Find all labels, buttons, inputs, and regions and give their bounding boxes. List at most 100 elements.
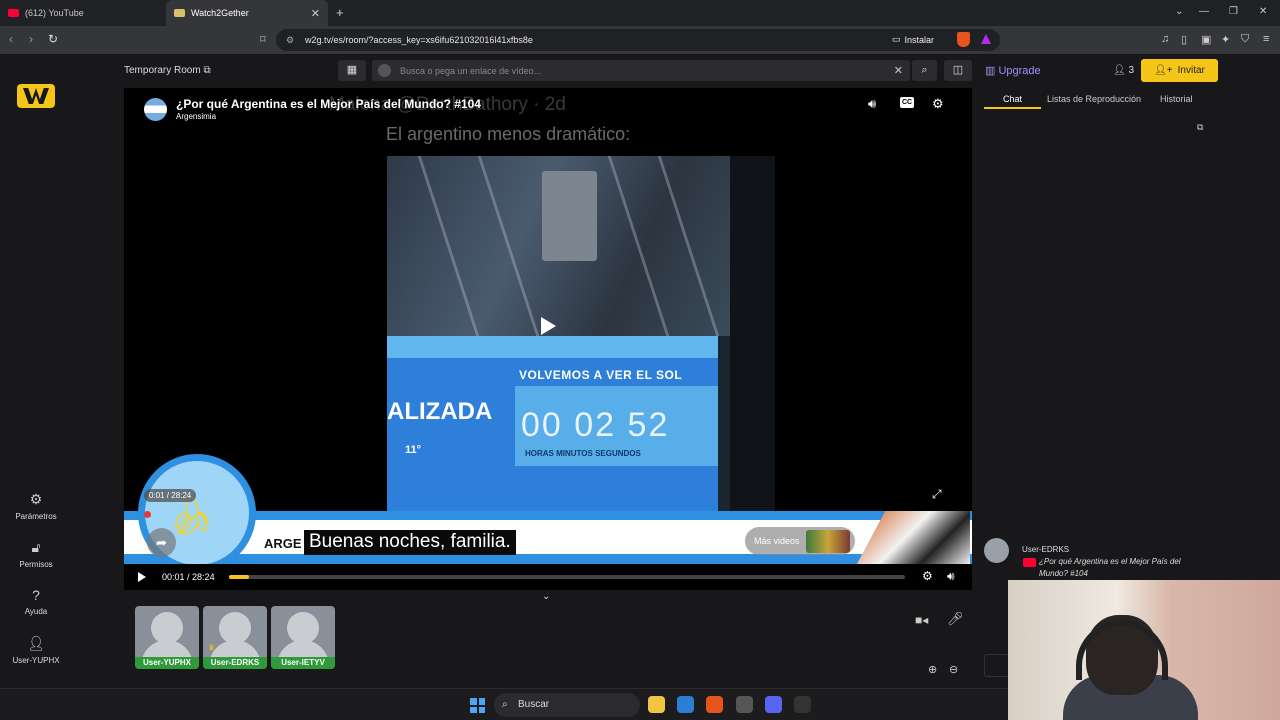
road-scene — [387, 156, 730, 336]
mail-icon[interactable] — [677, 696, 694, 713]
discord-icon[interactable] — [765, 696, 782, 713]
zoom-in-icon[interactable]: ⊕ — [928, 663, 937, 676]
play-circle-icon — [378, 64, 391, 77]
windows-start-icon[interactable] — [470, 698, 485, 713]
tv-graphic: VOLVEMOS A VER EL SOL ALIZADA 00 02 52 H… — [387, 336, 718, 516]
settings-gear-icon[interactable]: ⚙ — [932, 96, 944, 112]
forward-icon[interactable]: › — [29, 32, 33, 46]
copy-icon[interactable]: ⧉ — [203, 65, 210, 76]
tab-playlists[interactable]: Listas de Reproducción — [1047, 94, 1141, 104]
channel-avatar[interactable] — [144, 98, 167, 121]
tab-label: (612) YouTube — [25, 8, 84, 18]
participant-tile[interactable]: ♛ User-EDRKS — [203, 606, 267, 669]
popout-icon[interactable]: ⧉ — [1197, 122, 1203, 133]
tab-watch2gether[interactable]: Watch2Gether ✕ — [166, 0, 328, 26]
close-tab-icon[interactable]: ✕ — [311, 7, 320, 20]
nav-ayuda[interactable]: ? Ayuda — [0, 587, 72, 616]
watch2gether-favicon-icon — [174, 9, 185, 17]
nav-parametros[interactable]: ⚙ Parámetros — [0, 491, 72, 521]
site-info-icon[interactable]: ⚙ — [286, 35, 294, 46]
room-name[interactable]: Temporary Room ⧉ — [124, 65, 211, 76]
channel-name[interactable]: Argensimia — [176, 112, 216, 121]
media-icon[interactable]: ♫ — [1161, 33, 1169, 45]
time-display: 00:01 / 28:24 — [162, 572, 215, 582]
progress-bar[interactable] — [229, 575, 905, 579]
share-icon[interactable]: ➦ — [147, 528, 176, 557]
left-nav: ⚙ Parámetros 🔓︎ Permisos ? Ayuda 👤︎ User… — [0, 54, 72, 688]
menu-icon[interactable]: ≡ — [1263, 33, 1269, 45]
youtube-icon — [1023, 558, 1036, 567]
url-text: w2g.tv/es/room/?access_key=xs6ifu6210320… — [305, 35, 533, 45]
video-search-input[interactable]: Busca o pega un enlace de vídeo... ✕ — [372, 60, 910, 81]
participant-tile[interactable]: User-YUPHX — [135, 606, 199, 669]
captions-icon[interactable]: CC — [900, 97, 914, 108]
chat-message[interactable]: ¿Por qué Argentina es el Mejor País del … — [1039, 556, 1189, 580]
banner-text: ARGE — [264, 536, 302, 551]
app-icon[interactable] — [736, 696, 753, 713]
maximize-button[interactable]: ❐ — [1229, 6, 1238, 17]
player-volume-icon[interactable]: 🔊︎ — [947, 569, 955, 584]
record-dot — [144, 511, 151, 518]
brave-browser-icon[interactable] — [706, 696, 723, 713]
invite-button[interactable]: 👤︎+ Invitar — [1141, 59, 1218, 82]
participant-tile[interactable]: User-IETYV — [271, 606, 335, 669]
new-tab-button[interactable]: + — [336, 5, 344, 20]
browser-tab-bar: (612) YouTube Watch2Gether ✕ + ⌄ — ❐ ✕ — [0, 0, 1280, 26]
tweet-text: El argentino menos dramático: — [386, 124, 631, 144]
close-window-button[interactable]: ✕ — [1259, 6, 1267, 17]
microphone-icon[interactable]: 🎤︎ — [947, 611, 964, 627]
fullscreen-icon[interactable]: ⤢ — [932, 487, 942, 502]
play-button[interactable] — [138, 572, 146, 582]
reload-icon[interactable]: ↻ — [48, 32, 58, 46]
mini-time: 0:01 / 28:24 — [144, 489, 197, 502]
tab-search-icon[interactable]: ⌄ — [1175, 6, 1183, 17]
crown-icon: ♛ — [208, 643, 216, 652]
subtitle: Buenas noches, familia. — [304, 530, 516, 555]
brave-shield-icon[interactable] — [957, 32, 970, 47]
w2g-logo[interactable] — [17, 84, 55, 108]
ai-icon[interactable]: ✦ — [1221, 33, 1230, 46]
more-videos-thumbnail[interactable] — [806, 530, 850, 553]
video-title[interactable]: ¿Por qué Argentina es el Mejor País del … — [176, 97, 481, 111]
chevron-down-icon[interactable]: ⌄ — [542, 591, 550, 602]
webcam-overlay — [1008, 580, 1280, 720]
sidebar-icon[interactable]: ▯ — [1181, 33, 1187, 46]
countdown-timer: 00 02 52 — [521, 406, 670, 444]
avatar — [984, 538, 1009, 563]
clear-icon[interactable]: ✕ — [894, 64, 903, 77]
zoom-out-icon[interactable]: ⊖ — [949, 663, 958, 676]
toggle-panel-button[interactable]: ◫ — [944, 60, 972, 81]
epic-games-icon[interactable] — [794, 696, 811, 713]
back-icon[interactable]: ‹ — [9, 32, 13, 46]
user-count[interactable]: 👤︎ 3 — [1113, 65, 1134, 76]
taskbar-search[interactable]: ⌕ Buscar — [494, 693, 640, 717]
tab-chat[interactable]: Chat — [1003, 94, 1022, 104]
chat-username: User-EDRKS — [1022, 545, 1070, 554]
camera-icon[interactable]: ■◂ — [915, 613, 928, 627]
help-icon: ? — [32, 587, 40, 603]
unlock-icon: 🔓︎ — [31, 539, 41, 555]
search-icon: ⌕ — [502, 699, 508, 710]
brave-rewards-icon[interactable] — [981, 34, 991, 44]
vpn-icon[interactable]: ⛉ — [1241, 33, 1249, 46]
tab-youtube[interactable]: (612) YouTube — [0, 0, 166, 26]
chat-input[interactable] — [984, 654, 1009, 677]
player-settings-icon[interactable]: ⚙ — [922, 569, 933, 583]
minimize-button[interactable]: — — [1199, 6, 1209, 17]
bookmark-icon[interactable]: ⌑ — [260, 33, 266, 46]
youtube-favicon-icon — [8, 9, 19, 17]
install-button[interactable]: ▭ Instalar — [892, 34, 934, 45]
play-icon[interactable] — [541, 317, 556, 335]
chart-icon: ▥ — [985, 65, 999, 77]
nav-user[interactable]: 👤︎ User-YUPHX — [0, 635, 72, 665]
player-controls: 00:01 / 28:24 ⚙ 🔊︎ — [124, 564, 972, 590]
upgrade-link[interactable]: ▥ Upgrade — [985, 64, 1041, 77]
volume-icon[interactable]: 🔊︎ — [868, 96, 876, 112]
users-icon: 👤︎ — [1113, 65, 1129, 76]
apps-grid-button[interactable]: ▦ — [338, 60, 366, 81]
file-explorer-icon[interactable] — [648, 696, 665, 713]
wallet-icon[interactable]: ▣ — [1201, 33, 1211, 46]
tab-history[interactable]: Historial — [1160, 94, 1193, 104]
nav-permisos[interactable]: 🔓︎ Permisos — [0, 539, 72, 569]
search-button[interactable]: ⌕ — [912, 60, 937, 81]
